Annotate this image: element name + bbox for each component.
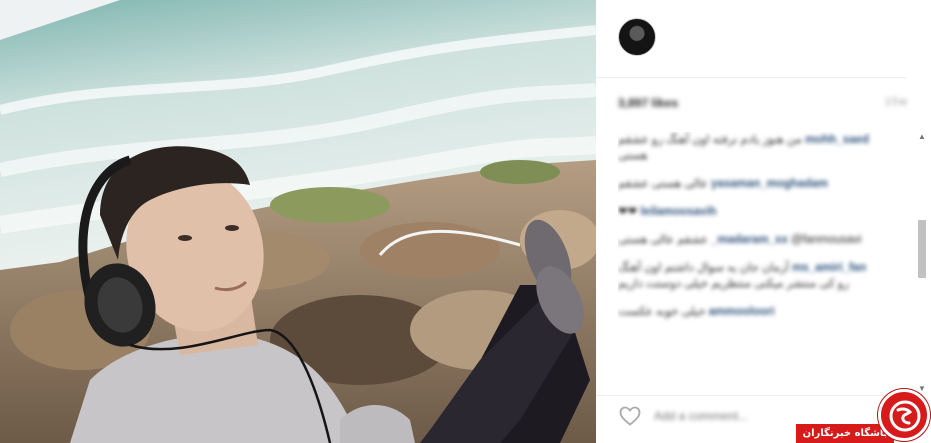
likes-row: 3,897 likes 15w <box>618 96 908 114</box>
watermark-label: باشگاه خبرنگاران <box>796 424 894 443</box>
comment-username[interactable]: leilamoosavih <box>640 206 716 218</box>
comment-username[interactable]: _madaram_xx <box>711 234 788 246</box>
comment-text: خیلی خوبه عکست <box>618 306 706 318</box>
comment-text: ❤❤ <box>618 206 638 218</box>
heart-outline-icon[interactable] <box>618 404 642 428</box>
comment-list: mohh_saed من هنوز یادم نرفته اون آهنگ رو… <box>618 132 880 394</box>
comment-item: _madaram_xx @fanmousavi عشقم عالی هستی <box>618 232 880 248</box>
comment-item: ammooloori خیلی خوبه عکست <box>618 304 880 320</box>
comment-item: ms_amiri_fan آرمان جان یه سوال داشتم اون… <box>618 260 880 292</box>
comment-username[interactable]: ms_amiri_fan <box>792 262 866 274</box>
add-comment-input[interactable] <box>654 408 814 424</box>
comment-username[interactable]: mohh_saed <box>805 134 869 146</box>
post-header <box>596 0 906 78</box>
comment-scrollbar[interactable]: ▲ ▼ <box>916 132 928 394</box>
post-time[interactable]: 15w <box>885 96 908 108</box>
watermark-badge <box>878 389 930 441</box>
comment-text: عالی هستی عشقم <box>618 178 708 190</box>
scroll-thumb[interactable] <box>918 220 926 278</box>
avatar[interactable] <box>618 18 656 56</box>
globe-icon <box>889 400 921 432</box>
comment-item: leilamoosavih ❤❤ <box>618 204 880 220</box>
comment-username[interactable]: yasaman_moghadam <box>711 178 828 190</box>
comment-username[interactable]: ammooloori <box>709 306 775 318</box>
comment-item: yasaman_moghadam عالی هستی عشقم <box>618 176 880 192</box>
post-side-panel: 3,897 likes 15w mohh_saed من هنوز یادم ن… <box>596 0 931 443</box>
arrow-up-icon[interactable]: ▲ <box>916 132 928 142</box>
comment-text: من هنوز یادم نرفته اون آهنگ رو عشقم هستی <box>618 134 802 162</box>
like-count[interactable]: 3,897 likes <box>618 96 678 110</box>
comment-item: mohh_saed من هنوز یادم نرفته اون آهنگ رو… <box>618 132 880 164</box>
post-photo <box>0 0 596 443</box>
